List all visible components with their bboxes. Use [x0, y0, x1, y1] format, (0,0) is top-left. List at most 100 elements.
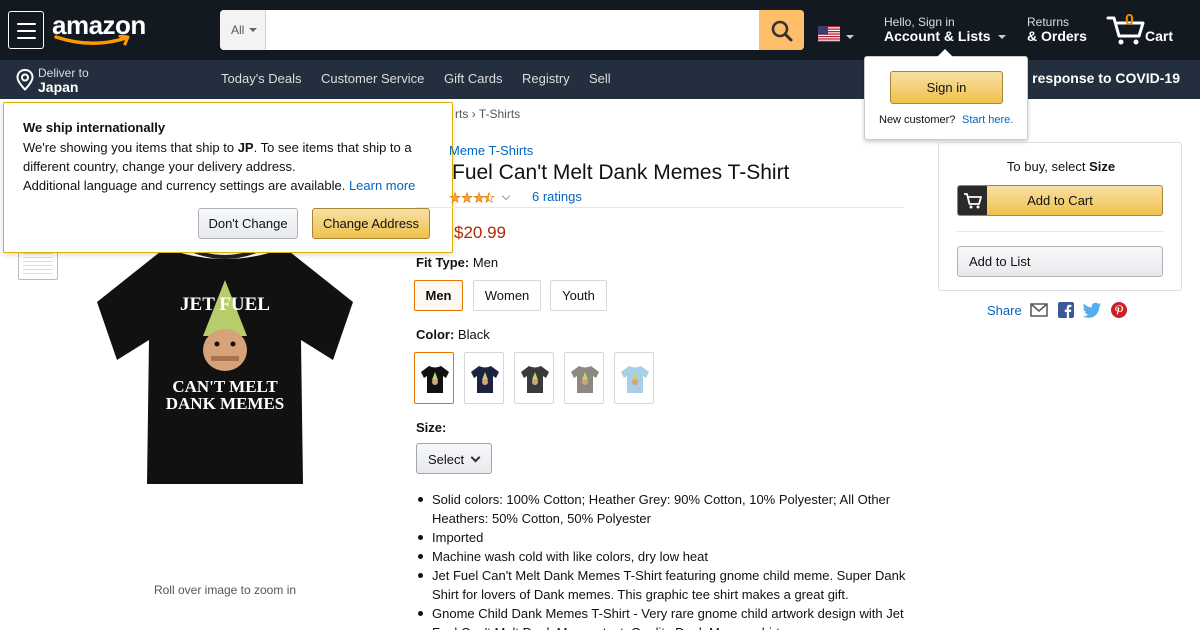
nav-link-gift-cards[interactable]: Gift Cards — [444, 71, 503, 86]
breadcrumb: rts › T-Shirts — [455, 107, 520, 121]
divider — [957, 231, 1163, 232]
color-label: Color: Black — [416, 327, 490, 342]
popover-text: We're showing you items that ship to — [23, 140, 238, 155]
popover-body: We're showing you items that ship to JP.… — [23, 138, 433, 195]
buy-box: To buy, select Size Add to Cart Add to L… — [938, 142, 1182, 291]
brand-link[interactable]: Meme T-Shirts — [449, 143, 533, 158]
buy-note: To buy, select Size — [939, 159, 1183, 174]
fit-type-label-text: Fit Type: — [416, 255, 470, 270]
divider — [416, 207, 904, 208]
add-to-list-button[interactable]: Add to List — [957, 246, 1163, 277]
popover-country: JP — [237, 140, 254, 155]
size-dropdown[interactable]: Select — [416, 443, 492, 474]
tshirt-icon — [621, 366, 649, 393]
zoom-hint: Roll over image to zoom in — [153, 583, 297, 597]
tshirt-icon — [471, 366, 499, 393]
cart-label[interactable]: Cart — [1145, 28, 1173, 44]
color-swatch[interactable] — [564, 352, 604, 404]
caret-down-icon — [998, 35, 1006, 39]
search-button[interactable] — [759, 10, 804, 50]
signin-button[interactable]: Sign in — [890, 71, 1003, 104]
color-swatch[interactable] — [464, 352, 504, 404]
email-icon[interactable] — [1030, 302, 1048, 318]
list-item: Machine wash cold with like colors, dry … — [416, 547, 906, 566]
returns-label: Returns — [1027, 15, 1070, 29]
list-item: Imported — [416, 528, 906, 547]
list-item: Solid colors: 100% Cotton; Heather Grey:… — [416, 490, 906, 528]
breadcrumb-separator: › — [471, 107, 476, 121]
nav-link-registry[interactable]: Registry — [522, 71, 570, 86]
amazon-logo[interactable]: amazon — [52, 8, 152, 48]
tshirt-icon — [571, 366, 599, 393]
color-swatch[interactable] — [614, 352, 654, 404]
buy-note-text: To buy, select — [1006, 159, 1090, 174]
fit-option-men[interactable]: Men — [414, 280, 463, 311]
start-here-link[interactable]: Start here. — [962, 114, 1013, 126]
chevron-down-icon — [470, 452, 481, 463]
add-to-cart-label: Add to Cart — [1027, 193, 1093, 208]
smile-arrow-icon — [54, 35, 130, 46]
cart-count: 0 — [1125, 12, 1134, 29]
menu-icon[interactable] — [8, 11, 44, 49]
search-icon — [771, 20, 793, 42]
color-swatch[interactable] — [514, 352, 554, 404]
shirt-text-line2: DANK MEMES — [166, 394, 285, 413]
new-customer-label: New customer? — [879, 114, 956, 126]
account-lists-link[interactable]: Account & Lists — [884, 28, 991, 44]
search-bar: All — [220, 10, 804, 50]
signin-flyout: Sign in New customer? Start here. — [864, 49, 1028, 140]
top-nav: amazon All Hello, Sign in Account & List… — [0, 0, 1200, 60]
color-label-text: Color: — [416, 327, 455, 342]
orders-link[interactable]: & Orders — [1027, 28, 1087, 44]
price: $20.99 — [454, 223, 506, 242]
color-value: Black — [457, 327, 490, 342]
popover-title: We ship internationally — [23, 120, 166, 135]
nav-link-sell[interactable]: Sell — [589, 71, 611, 86]
size-dropdown-value: Select — [428, 452, 465, 467]
twitter-icon[interactable] — [1083, 302, 1102, 318]
size-label: Size: — [416, 420, 447, 435]
search-input[interactable] — [267, 10, 759, 50]
search-category-dropdown[interactable]: All — [220, 10, 266, 50]
list-item: Jet Fuel Can't Melt Dank Memes T-Shirt f… — [416, 566, 906, 604]
us-flag-icon[interactable] — [818, 26, 840, 42]
product-title: Fuel Can't Melt Dank Memes T-Shirt — [452, 161, 790, 184]
share-label: Share — [987, 303, 1022, 318]
search-category-label: All — [231, 23, 245, 37]
chevron-down-icon[interactable] — [501, 191, 511, 201]
fit-type-value: Men — [472, 255, 499, 270]
shirt-text-top: JET FUEL — [180, 294, 270, 315]
nav-link-customer-service[interactable]: Customer Service — [321, 71, 424, 86]
breadcrumb-item[interactable]: rts — [455, 107, 468, 121]
list-item: Gnome Child Dank Memes T-Shirt - Very ra… — [416, 604, 906, 630]
dont-change-button[interactable]: Don't Change — [198, 208, 298, 239]
color-swatch[interactable] — [414, 352, 454, 404]
facebook-icon[interactable] — [1058, 302, 1074, 318]
product-image[interactable]: JET FUEL CAN'T MELT DANK MEMES — [95, 240, 355, 490]
location-pin-icon[interactable] — [16, 69, 34, 91]
caret-down-icon — [846, 35, 854, 39]
change-address-button[interactable]: Change Address — [312, 208, 430, 239]
popover-text: Additional language and currency setting… — [23, 178, 349, 193]
ratings-link[interactable]: 6 ratings — [532, 189, 582, 204]
deliver-to-label: Deliver to — [38, 66, 89, 80]
pinterest-icon[interactable] — [1111, 302, 1127, 318]
covid-promo-link[interactable]: response to COVID-19 — [1032, 70, 1180, 86]
feature-bullets: Solid colors: 100% Cotton; Heather Grey:… — [416, 490, 906, 630]
deliver-location[interactable]: Japan — [38, 79, 78, 95]
account-greeting: Hello, Sign in — [884, 15, 955, 29]
nav-link-todays-deals[interactable]: Today's Deals — [221, 71, 302, 86]
star-rating-icon[interactable] — [449, 189, 495, 205]
learn-more-link[interactable]: Learn more — [349, 178, 415, 193]
fit-option-youth[interactable]: Youth — [550, 280, 607, 311]
fit-type-label: Fit Type: Men — [416, 255, 498, 270]
ship-internationally-popover: We ship internationally We're showing yo… — [3, 102, 453, 253]
add-to-cart-button[interactable]: Add to Cart — [957, 185, 1163, 216]
buy-note-bold: Size — [1089, 159, 1116, 174]
caret-down-icon — [249, 28, 257, 32]
fit-option-women[interactable]: Women — [473, 280, 541, 311]
breadcrumb-item[interactable]: T-Shirts — [479, 107, 520, 121]
tshirt-icon — [521, 366, 549, 393]
cart-icon — [958, 186, 987, 215]
tshirt-icon — [421, 366, 449, 393]
